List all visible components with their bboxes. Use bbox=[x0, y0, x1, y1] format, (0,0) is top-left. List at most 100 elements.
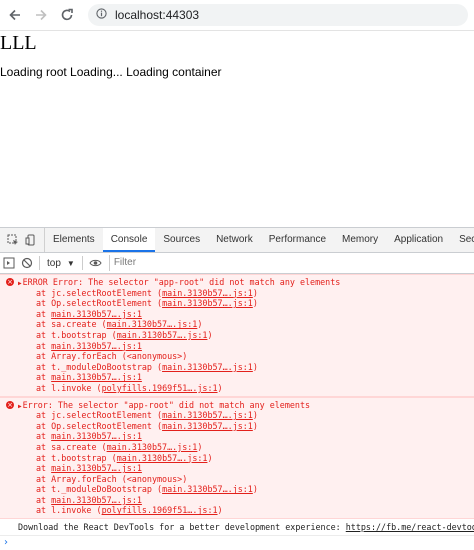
source-link[interactable]: main.3130b57….js:1 bbox=[162, 298, 253, 308]
expand-triangle-icon[interactable]: ▶ bbox=[18, 403, 22, 410]
stack-frame: at Array.forEach (<anonymous>) bbox=[6, 351, 470, 362]
stack-frame: at sa.create (main.3130b57….js:1) bbox=[6, 319, 470, 330]
page-heading: LLL bbox=[0, 32, 37, 54]
stack-frame-text: at sa.create ( bbox=[36, 319, 107, 330]
source-link[interactable]: main.3130b57….js:1 bbox=[117, 453, 208, 463]
stack-frame: at t._moduleDoBootstrap (main.3130b57….j… bbox=[6, 362, 470, 373]
stack-frame-text: at Array.forEach (<anonymous>) bbox=[36, 473, 188, 484]
error-text: Error: The selector "app-root" did not m… bbox=[22, 399, 311, 410]
stack-frame-text: at jc.selectRootElement ( bbox=[36, 287, 163, 298]
tab-memory[interactable]: Memory bbox=[334, 228, 386, 252]
address-bar[interactable]: localhost:44303 bbox=[88, 4, 468, 26]
tab-elements[interactable]: Elements bbox=[45, 228, 103, 252]
stack-frame-end: ) bbox=[207, 329, 213, 340]
source-link[interactable]: main.3130b57….js:1 bbox=[162, 421, 253, 431]
back-arrow-icon[interactable] bbox=[4, 4, 26, 26]
context-selector[interactable]: top ▼ bbox=[47, 258, 75, 269]
error-icon: × bbox=[6, 278, 14, 286]
stack-frame: at t.bootstrap (main.3130b57….js:1) bbox=[6, 453, 470, 464]
stack-frame-text: at Op.selectRootElement ( bbox=[36, 298, 163, 309]
stack-frame-end: ) bbox=[252, 287, 258, 298]
source-link[interactable]: main.3130b57….js:1 bbox=[107, 319, 198, 329]
console-info-message: Download the React DevTools for a better… bbox=[0, 519, 474, 537]
console-toolbar: top ▼ Filter bbox=[0, 253, 474, 274]
stack-frame: at main.3130b57….js:1 bbox=[6, 431, 470, 442]
stack-frame-text: at bbox=[36, 340, 52, 351]
source-link[interactable]: main.3130b57….js:1 bbox=[51, 463, 142, 473]
tab-network[interactable]: Network bbox=[208, 228, 261, 252]
context-label: top bbox=[47, 257, 61, 269]
react-devtools-link[interactable]: https://fb.me/react-devtools bbox=[346, 522, 474, 532]
source-link[interactable]: main.3130b57….js:1 bbox=[162, 288, 253, 298]
stack-frame-end: ) bbox=[207, 452, 213, 463]
source-link[interactable]: main.3130b57….js:1 bbox=[51, 341, 142, 351]
stack-frame-text: at t._moduleDoBootstrap ( bbox=[36, 361, 163, 372]
stack-frame: at t.bootstrap (main.3130b57….js:1) bbox=[6, 330, 470, 341]
expand-triangle-icon[interactable]: ▶ bbox=[18, 280, 22, 287]
tab-security[interactable]: Security bbox=[451, 228, 474, 252]
stack-frame: at l.invoke (polyfills.1969f51….js:1) bbox=[6, 505, 470, 516]
stack-frame-end: ) bbox=[252, 298, 258, 309]
devtools-tabs: Elements Console Sources Network Performance… bbox=[45, 228, 474, 252]
stack-frame-text: at Array.forEach (<anonymous>) bbox=[36, 351, 188, 362]
stack-frame: at main.3130b57….js:1 bbox=[6, 372, 470, 383]
source-link[interactable]: main.3130b57….js:1 bbox=[162, 484, 253, 494]
source-link[interactable]: polyfills.1969f51….js:1 bbox=[102, 505, 218, 515]
tab-application[interactable]: Application bbox=[386, 228, 451, 252]
stack-frame-text: at bbox=[36, 308, 52, 319]
console-error-message: × ▶Error: The selector "app-root" did not… bbox=[0, 396, 474, 520]
stack-frame: at t._moduleDoBootstrap (main.3130b57….j… bbox=[6, 484, 470, 495]
error-headline: × ▶Error: The selector "app-root" did not… bbox=[6, 400, 470, 411]
tab-console[interactable]: Console bbox=[102, 228, 156, 252]
source-link[interactable]: main.3130b57….js:1 bbox=[162, 410, 253, 420]
forward-arrow-icon[interactable] bbox=[30, 4, 52, 26]
source-link[interactable]: main.3130b57….js:1 bbox=[51, 495, 142, 505]
reload-icon[interactable] bbox=[56, 4, 78, 26]
loading-text: Loading root Loading... Loading containe… bbox=[0, 65, 222, 79]
stack-frame-end: ) bbox=[217, 505, 223, 516]
error-text: ERROR Error: The selector "app-root" did… bbox=[22, 277, 341, 287]
info-icon[interactable] bbox=[96, 8, 107, 22]
stack-frame-text: at l.invoke ( bbox=[36, 382, 102, 393]
info-text: Download the React DevTools for a better… bbox=[18, 522, 346, 533]
error-icon: × bbox=[6, 400, 14, 409]
tab-performance[interactable]: Performance bbox=[261, 228, 334, 252]
stack-frame: at main.3130b57….js:1 bbox=[6, 495, 470, 506]
stack-frame: at l.invoke (polyfills.1969f51….js:1) bbox=[6, 383, 470, 394]
source-link[interactable]: polyfills.1969f51….js:1 bbox=[102, 383, 218, 393]
eye-icon[interactable] bbox=[89, 257, 102, 269]
device-toolbar-icon[interactable] bbox=[25, 234, 37, 246]
stack-frame: at main.3130b57….js:1 bbox=[6, 463, 470, 474]
devtools-toolbar-icons bbox=[0, 228, 45, 252]
source-link[interactable]: main.3130b57….js:1 bbox=[51, 372, 142, 382]
stack-frame: at sa.create (main.3130b57….js:1) bbox=[6, 442, 470, 453]
source-link[interactable]: main.3130b57….js:1 bbox=[117, 330, 208, 340]
inspect-element-icon[interactable] bbox=[7, 234, 19, 246]
stack-frame-text: at bbox=[36, 463, 52, 474]
url-text: localhost:44303 bbox=[115, 8, 200, 22]
divider bbox=[81, 256, 83, 270]
filter-input[interactable]: Filter bbox=[108, 255, 474, 271]
stack-frame: at Op.selectRootElement (main.3130b57….j… bbox=[6, 421, 470, 432]
stack-frame-text: at jc.selectRootElement ( bbox=[36, 410, 163, 421]
console-error-message: × ▶ERROR Error: The selector "app-root" d… bbox=[0, 274, 474, 397]
source-link[interactable]: main.3130b57….js:1 bbox=[162, 362, 253, 372]
sidebar-toggle-icon[interactable] bbox=[3, 257, 15, 269]
tab-sources[interactable]: Sources bbox=[155, 228, 208, 252]
stack-frame: at main.3130b57….js:1 bbox=[6, 309, 470, 320]
stack-frame-text: at sa.create ( bbox=[36, 441, 107, 452]
source-link[interactable]: main.3130b57….js:1 bbox=[107, 442, 198, 452]
console-prompt[interactable]: › bbox=[0, 536, 474, 550]
source-link[interactable]: main.3130b57….js:1 bbox=[51, 431, 142, 441]
dropdown-arrow-icon: ▼ bbox=[66, 258, 75, 268]
devtools-tab-bar: Elements Console Sources Network Performance… bbox=[0, 228, 474, 253]
stack-frame-text: at bbox=[36, 431, 52, 442]
stack-frame-end: ) bbox=[252, 484, 258, 495]
stack-frame-end: ) bbox=[197, 441, 203, 452]
stack-frame-text: at Op.selectRootElement ( bbox=[36, 420, 163, 431]
stack-frame-text: at t.bootstrap ( bbox=[36, 329, 117, 340]
source-link[interactable]: main.3130b57….js:1 bbox=[51, 309, 142, 319]
clear-console-icon[interactable] bbox=[21, 257, 33, 269]
devtools-panel: Elements Console Sources Network Performance… bbox=[0, 227, 474, 548]
stack-frame-end: ) bbox=[252, 420, 258, 431]
